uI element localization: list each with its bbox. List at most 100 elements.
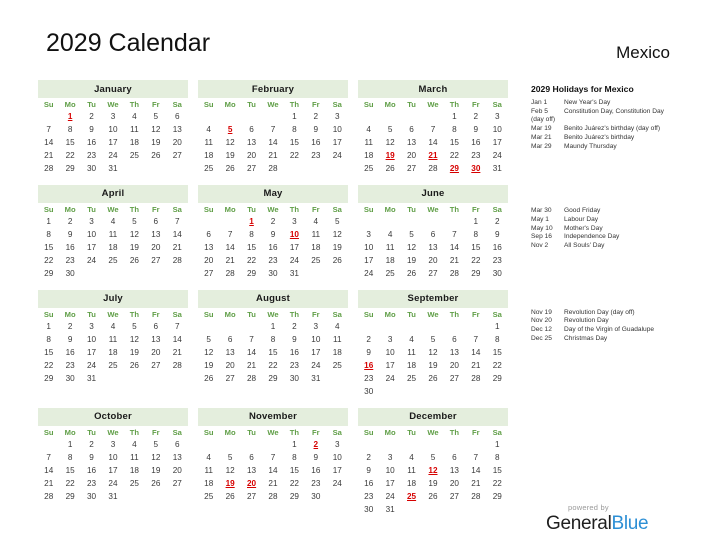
day-cell[interactable]: 7 xyxy=(422,124,443,137)
day-cell[interactable]: 10 xyxy=(379,465,400,478)
day-cell[interactable]: 14 xyxy=(38,465,59,478)
day-cell[interactable]: 5 xyxy=(219,452,240,465)
holiday-day-cell[interactable]: 2 xyxy=(305,439,326,452)
day-cell[interactable]: 6 xyxy=(241,452,262,465)
day-cell[interactable]: 29 xyxy=(487,491,508,504)
day-cell[interactable]: 12 xyxy=(124,229,145,242)
day-cell[interactable]: 5 xyxy=(379,124,400,137)
day-cell[interactable]: 18 xyxy=(358,150,379,163)
day-cell[interactable]: 4 xyxy=(124,111,145,124)
day-cell[interactable]: 26 xyxy=(124,360,145,373)
day-cell[interactable]: 28 xyxy=(262,491,283,504)
day-cell[interactable]: 19 xyxy=(124,347,145,360)
day-cell[interactable]: 16 xyxy=(59,347,80,360)
holiday-day-cell[interactable]: 1 xyxy=(59,111,80,124)
day-cell[interactable]: 22 xyxy=(38,255,59,268)
day-cell[interactable]: 6 xyxy=(444,334,465,347)
day-cell[interactable]: 12 xyxy=(327,229,348,242)
day-cell[interactable]: 8 xyxy=(241,229,262,242)
day-cell[interactable]: 26 xyxy=(219,491,240,504)
day-cell[interactable]: 26 xyxy=(422,373,443,386)
day-cell[interactable]: 23 xyxy=(358,373,379,386)
day-cell[interactable]: 26 xyxy=(145,150,166,163)
day-cell[interactable]: 25 xyxy=(379,268,400,281)
day-cell[interactable]: 19 xyxy=(422,478,443,491)
day-cell[interactable]: 8 xyxy=(284,452,305,465)
day-cell[interactable]: 15 xyxy=(241,242,262,255)
day-cell[interactable]: 15 xyxy=(284,465,305,478)
day-cell[interactable]: 28 xyxy=(444,268,465,281)
holiday-day-cell[interactable]: 19 xyxy=(379,150,400,163)
day-cell[interactable]: 16 xyxy=(59,242,80,255)
day-cell[interactable]: 31 xyxy=(305,373,326,386)
day-cell[interactable]: 26 xyxy=(401,268,422,281)
day-cell[interactable]: 20 xyxy=(145,242,166,255)
holiday-day-cell[interactable]: 5 xyxy=(219,124,240,137)
day-cell[interactable]: 11 xyxy=(327,334,348,347)
day-cell[interactable]: 4 xyxy=(198,452,219,465)
day-cell[interactable]: 12 xyxy=(422,347,443,360)
day-cell[interactable]: 18 xyxy=(198,478,219,491)
day-cell[interactable]: 19 xyxy=(145,465,166,478)
day-cell[interactable]: 23 xyxy=(305,150,326,163)
day-cell[interactable]: 30 xyxy=(59,373,80,386)
day-cell[interactable]: 3 xyxy=(487,111,508,124)
day-cell[interactable]: 29 xyxy=(487,373,508,386)
day-cell[interactable]: 10 xyxy=(81,229,102,242)
day-cell[interactable]: 10 xyxy=(379,347,400,360)
day-cell[interactable]: 6 xyxy=(444,452,465,465)
generalblue-wordmark[interactable]: GeneralBlue xyxy=(546,513,676,535)
day-cell[interactable]: 9 xyxy=(59,229,80,242)
day-cell[interactable]: 17 xyxy=(81,242,102,255)
day-cell[interactable]: 24 xyxy=(102,478,123,491)
day-cell[interactable]: 23 xyxy=(59,360,80,373)
day-cell[interactable]: 22 xyxy=(444,150,465,163)
holiday-day-cell[interactable]: 1 xyxy=(241,216,262,229)
day-cell[interactable]: 1 xyxy=(444,111,465,124)
day-cell[interactable]: 7 xyxy=(262,452,283,465)
day-cell[interactable]: 18 xyxy=(102,347,123,360)
day-cell[interactable]: 18 xyxy=(401,478,422,491)
day-cell[interactable]: 27 xyxy=(241,491,262,504)
day-cell[interactable]: 4 xyxy=(401,452,422,465)
day-cell[interactable]: 22 xyxy=(465,255,486,268)
day-cell[interactable]: 24 xyxy=(327,478,348,491)
day-cell[interactable]: 25 xyxy=(327,360,348,373)
day-cell[interactable]: 21 xyxy=(219,255,240,268)
day-cell[interactable]: 14 xyxy=(241,347,262,360)
day-cell[interactable]: 26 xyxy=(379,163,400,176)
day-cell[interactable]: 6 xyxy=(167,439,188,452)
day-cell[interactable]: 11 xyxy=(198,465,219,478)
day-cell[interactable]: 16 xyxy=(358,478,379,491)
day-cell[interactable]: 21 xyxy=(465,478,486,491)
day-cell[interactable]: 9 xyxy=(81,124,102,137)
day-cell[interactable]: 11 xyxy=(401,347,422,360)
day-cell[interactable]: 13 xyxy=(444,347,465,360)
day-cell[interactable]: 15 xyxy=(38,347,59,360)
day-cell[interactable]: 28 xyxy=(262,163,283,176)
day-cell[interactable]: 27 xyxy=(145,255,166,268)
day-cell[interactable]: 2 xyxy=(465,111,486,124)
day-cell[interactable]: 24 xyxy=(327,150,348,163)
day-cell[interactable]: 22 xyxy=(284,150,305,163)
day-cell[interactable]: 1 xyxy=(487,439,508,452)
day-cell[interactable]: 30 xyxy=(305,491,326,504)
day-cell[interactable]: 13 xyxy=(444,465,465,478)
holiday-day-cell[interactable]: 10 xyxy=(284,229,305,242)
day-cell[interactable]: 22 xyxy=(284,478,305,491)
day-cell[interactable]: 29 xyxy=(241,268,262,281)
day-cell[interactable]: 11 xyxy=(102,229,123,242)
day-cell[interactable]: 17 xyxy=(81,347,102,360)
day-cell[interactable]: 24 xyxy=(379,491,400,504)
day-cell[interactable]: 23 xyxy=(81,478,102,491)
day-cell[interactable]: 21 xyxy=(38,150,59,163)
day-cell[interactable]: 4 xyxy=(102,321,123,334)
day-cell[interactable]: 3 xyxy=(284,216,305,229)
day-cell[interactable]: 4 xyxy=(379,229,400,242)
day-cell[interactable]: 25 xyxy=(198,163,219,176)
day-cell[interactable]: 25 xyxy=(305,255,326,268)
day-cell[interactable]: 21 xyxy=(262,478,283,491)
day-cell[interactable]: 7 xyxy=(38,452,59,465)
day-cell[interactable]: 22 xyxy=(59,150,80,163)
day-cell[interactable]: 3 xyxy=(81,321,102,334)
